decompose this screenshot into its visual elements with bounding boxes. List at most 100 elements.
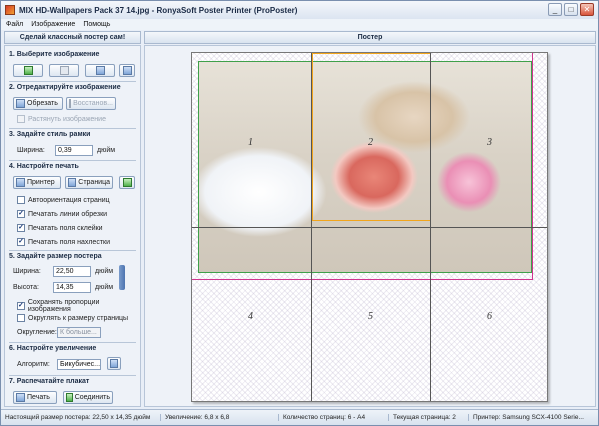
poster-width-input[interactable]: 22,50 (53, 266, 91, 277)
rounding-label: Округление: (17, 329, 57, 336)
checkbox-box: ✓ (17, 224, 25, 232)
close-button[interactable]: ✕ (580, 3, 594, 16)
algorithm-label: Алгоритм: (17, 361, 50, 368)
auto-orientation-label: Автоориентация страниц (28, 196, 110, 204)
magnifier-icon (110, 359, 118, 368)
divider (9, 128, 136, 129)
section-print-poster: 7. Распечатайте плакат (9, 378, 90, 385)
rounding-select[interactable]: К больше... (57, 327, 101, 338)
section-select-image: 1. Выберите изображение (9, 51, 100, 58)
poster-panel-header: Постер (144, 31, 596, 44)
print-button[interactable]: Печать (13, 391, 57, 404)
poster-width-label: Ширина: (13, 268, 41, 275)
window-controls: _ □ ✕ (548, 3, 594, 16)
link-size-toggle[interactable] (119, 265, 125, 290)
overlap-margins-label: Печатать поля нахлестки (28, 238, 111, 246)
print-preview-button[interactable] (119, 176, 135, 189)
window-title: MIX HD-Wallpapers Pack 37 14.jpg - Ronya… (19, 5, 298, 15)
zoom-preview-button[interactable] (107, 357, 121, 370)
app-icon (5, 5, 15, 15)
status-current-page: Текущая страница: 2 (389, 414, 469, 421)
poster-width-unit: дюйм (95, 268, 114, 275)
checkbox-box (17, 115, 25, 123)
print-label: Печать (27, 394, 50, 401)
join-icon (66, 393, 73, 402)
menu-file[interactable]: Файл (6, 21, 23, 28)
menu-image[interactable]: Изображение (31, 21, 75, 28)
printer-label: Принтер (27, 179, 55, 186)
title-bar: MIX HD-Wallpapers Pack 37 14.jpg - Ronya… (1, 1, 598, 19)
left-panel-header: Сделай классный постер сам! (4, 31, 141, 44)
glue-margin-line (532, 53, 533, 279)
divider (9, 81, 136, 82)
page-label: Страница (78, 179, 110, 186)
cut-line (192, 227, 547, 228)
cut-lines-checkbox[interactable]: ✓ Печатать линии обрезки (17, 210, 107, 218)
divider (9, 160, 136, 161)
app-window: MIX HD-Wallpapers Pack 37 14.jpg - Ronya… (0, 0, 599, 426)
stretch-image-checkbox[interactable]: Растянуть изображение (17, 115, 106, 123)
menu-bar: Файл Изображение Помощь (1, 19, 598, 30)
open-image-button[interactable] (13, 64, 43, 77)
printer-icon (16, 393, 25, 402)
round-to-page-checkbox[interactable]: Округлять к размеру страницы (17, 314, 128, 322)
page-number: 3 (487, 137, 492, 148)
auto-orientation-checkbox[interactable]: Автоориентация страниц (17, 196, 110, 204)
keep-proportions-checkbox[interactable]: ✓ Сохранять пропорции изображения (17, 299, 140, 313)
poster-height-input[interactable]: 14,35 (53, 282, 91, 293)
status-bar: Настоящий размер постера: 22,50 x 14,35 … (1, 409, 598, 425)
page-number: 2 (368, 137, 373, 148)
crop-icon (16, 99, 25, 108)
section-frame-style: 3. Задайте стиль рамки (9, 131, 91, 138)
poster-height-unit: дюйм (95, 284, 114, 291)
restore-button[interactable]: Восстанов... (66, 97, 116, 110)
checkbox-box (17, 314, 25, 322)
printer-icon (16, 178, 25, 187)
algorithm-select[interactable]: Бикубичес... (57, 359, 101, 370)
frame-width-input[interactable]: 0,39 (55, 145, 93, 156)
divider (9, 342, 136, 343)
minimize-button[interactable]: _ (548, 3, 562, 16)
section-print-setup: 4. Настройте печать (9, 163, 79, 170)
crop-button[interactable]: Обрезать (13, 97, 63, 110)
external-editor-button[interactable] (119, 64, 135, 77)
page-number: 1 (248, 137, 253, 148)
paste-icon (59, 66, 69, 75)
settings-panel: 1. Выберите изображение 2. Отредактируйт… (4, 45, 141, 407)
divider (9, 375, 136, 376)
page-setup-button[interactable]: Страница (65, 176, 113, 189)
join-button[interactable]: Соединить (63, 391, 113, 404)
page-number: 5 (368, 311, 373, 322)
glue-margin-line (192, 279, 533, 280)
restore-icon (69, 99, 72, 108)
status-printer: Принтер: Samsung SCX-4100 Serie... (473, 414, 584, 421)
checkbox-box: ✓ (17, 238, 25, 246)
round-to-page-label: Округлять к размеру страницы (28, 314, 129, 322)
scan-image-button[interactable] (85, 64, 115, 77)
page-number: 6 (487, 311, 492, 322)
status-zoom: Увеличение: 6,8 x 6,8 (161, 414, 279, 421)
frame-width-unit: дюйм (97, 147, 116, 154)
frame-width-label: Ширина: (17, 147, 45, 154)
cut-lines-label: Печатать линии обрезки (28, 210, 108, 218)
page-icon (68, 178, 77, 187)
checkbox-box (17, 196, 25, 204)
restore-label: Восстанов... (73, 100, 113, 107)
divider (9, 250, 136, 251)
paste-image-button[interactable] (49, 64, 79, 77)
menu-help[interactable]: Помощь (83, 21, 110, 28)
poster-sheet[interactable]: 1 2 3 4 5 6 (191, 52, 548, 402)
keep-proportions-label: Сохранять пропорции изображения (27, 299, 100, 313)
status-page-count: Количество страниц: 6 - A4 (279, 414, 389, 421)
section-zoom-setup: 6. Настройте увеличение (9, 345, 97, 352)
maximize-button[interactable]: □ (564, 3, 578, 16)
glue-margins-label: Печатать поля склейки (28, 224, 103, 232)
section-poster-size: 5. Задайте размер постера (9, 253, 102, 260)
scanner-icon (95, 66, 105, 75)
glue-margins-checkbox[interactable]: ✓ Печатать поля склейки (17, 224, 103, 232)
status-poster-size: Настоящий размер постера: 22,50 x 14,35 … (1, 414, 161, 421)
printer-button[interactable]: Принтер (13, 176, 61, 189)
overlap-margins-checkbox[interactable]: ✓ Печатать поля нахлестки (17, 238, 110, 246)
page-number: 4 (248, 311, 253, 322)
preview-icon (122, 178, 132, 187)
